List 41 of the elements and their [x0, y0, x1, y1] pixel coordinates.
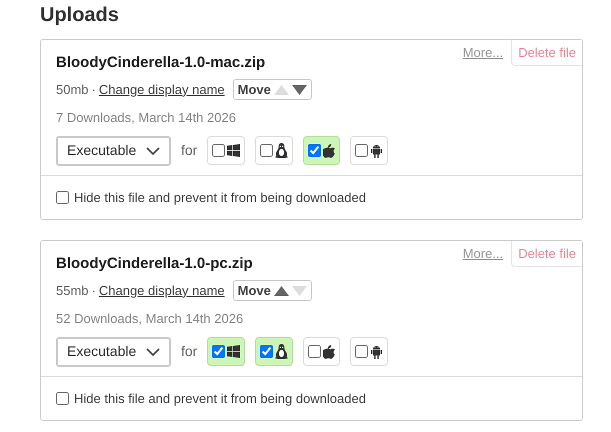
hide-file-label: Hide this file and prevent it from being downloaded: [74, 390, 366, 408]
separator: ·: [92, 282, 96, 300]
move-down-icon[interactable]: [292, 84, 307, 94]
download-stats: 52 Downloads, March 14th 2026: [56, 310, 244, 328]
apple-icon: [323, 144, 336, 158]
platform-checkbox[interactable]: [260, 144, 274, 157]
penguin-icon: [275, 344, 288, 359]
file-name: BloodyCinderella-1.0-pc.zip: [56, 254, 254, 274]
change-display-name-link[interactable]: Change display name: [98, 280, 225, 300]
platform-checkbox[interactable]: [260, 345, 274, 358]
platform-checkbox[interactable]: [212, 345, 226, 358]
for-label: for: [181, 141, 198, 160]
move-label: Move: [238, 282, 271, 300]
move-up-icon[interactable]: [274, 286, 289, 296]
windows-icon: [227, 345, 240, 358]
download-stats: 7 Downloads, March 14th 2026: [56, 109, 237, 127]
type-select[interactable]: Executable: [56, 336, 171, 366]
platform-checkbox[interactable]: [308, 345, 322, 358]
android-icon: [370, 344, 384, 358]
platform-checkbox[interactable]: [355, 144, 368, 157]
file-size: 50mb: [56, 80, 89, 99]
file-name: BloodyCinderella-1.0-mac.zip: [56, 53, 266, 73]
platform-checkbox[interactable]: [355, 345, 368, 358]
windows-icon: [227, 144, 240, 157]
type-select[interactable]: Executable: [56, 136, 171, 166]
platform-checkbox[interactable]: [308, 144, 322, 157]
android-icon: [370, 144, 384, 158]
chevron-down-icon: [146, 146, 160, 154]
move-label: Move: [238, 80, 271, 99]
for-label: for: [181, 342, 198, 361]
hide-file-checkbox[interactable]: [56, 190, 69, 204]
hide-file-label: Hide this file and prevent it from being downloaded: [74, 188, 366, 207]
hide-file-checkbox[interactable]: [56, 392, 69, 405]
penguin-icon: [275, 143, 288, 158]
file-size: 55mb: [56, 282, 89, 300]
page-heading: Uploads: [40, 3, 120, 28]
separator: ·: [92, 80, 96, 99]
apple-icon: [323, 344, 336, 358]
change-display-name-link[interactable]: Change display name: [98, 80, 225, 100]
chevron-down-icon: [146, 348, 160, 356]
platform-checkbox[interactable]: [212, 144, 226, 157]
